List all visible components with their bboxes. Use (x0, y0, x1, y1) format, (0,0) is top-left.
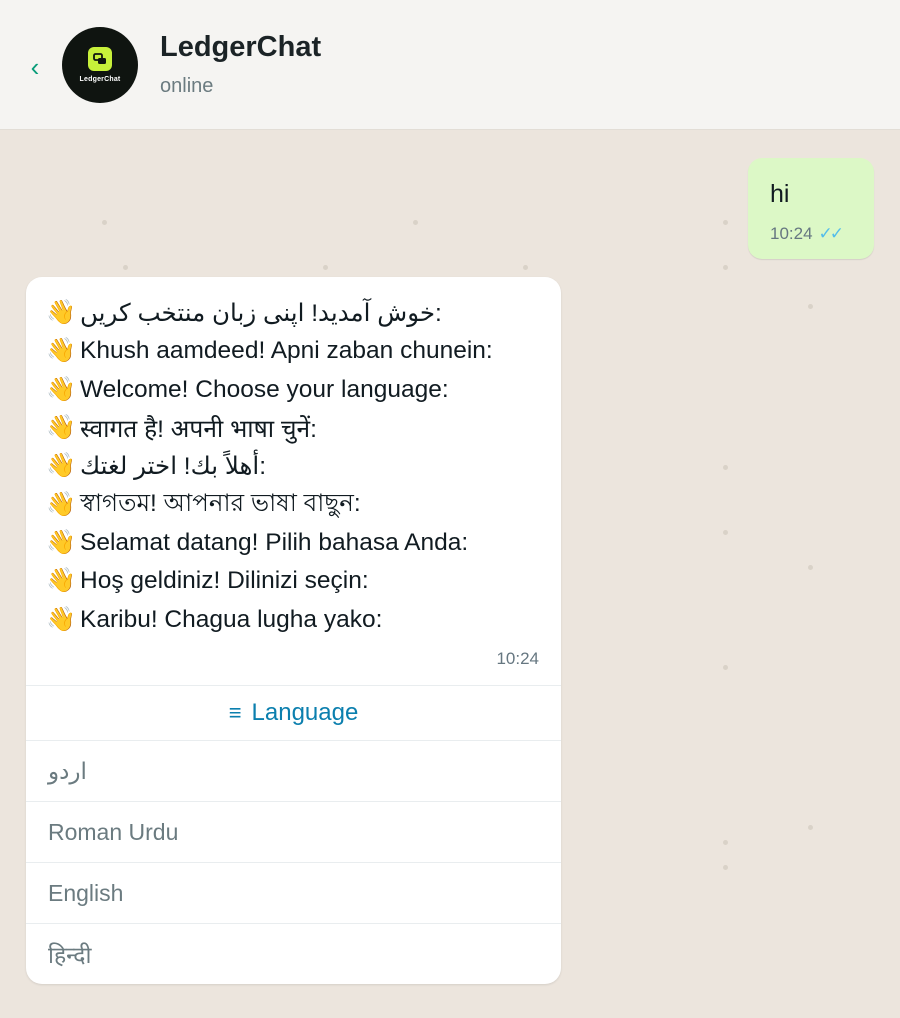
back-chevron-icon[interactable]: ‹ (24, 50, 46, 84)
read-receipt-icon: ✓✓ (818, 224, 844, 243)
message-meta: 10:24 ✓✓ (770, 224, 844, 244)
greeting-text: Hoş geldiniz! Dilinizi seçin: (80, 567, 369, 595)
chat-title: LedgerChat (160, 31, 322, 63)
wave-icon: 👋 (46, 605, 76, 633)
message-text: hi (770, 180, 790, 208)
greeting-text: Welcome! Choose your language: (80, 375, 449, 403)
greeting-line: 👋 Welcome! Choose your language: (46, 371, 541, 409)
wallpaper-dot (723, 465, 728, 470)
greeting-text: স্বাগতম! আপনার ভাষা বাছুন: (80, 489, 361, 517)
language-menu-button[interactable]: ≡ Language (26, 686, 561, 740)
list-icon: ≡ (228, 700, 242, 725)
chat-header: ‹ LedgerChat LedgerChat online (0, 0, 900, 130)
wallpaper-dot (323, 265, 328, 270)
wallpaper-dot (808, 825, 813, 830)
wave-icon: 👋 (46, 299, 76, 327)
wallpaper-dot (723, 865, 728, 870)
greeting-line: 👋 स्वागत है! अपनी भाषा चुनें: (46, 409, 541, 447)
wallpaper-dot (808, 304, 813, 309)
language-option-hindi[interactable]: हिन्दी (26, 924, 561, 984)
greeting-line: 👋 Hoş geldiniz! Dilinizi seçin: (46, 562, 541, 600)
language-button-label: Language (251, 699, 359, 726)
language-option-roman-urdu[interactable]: Roman Urdu (26, 802, 561, 862)
wave-icon: 👋 (46, 337, 76, 365)
greeting-text: Khush aamdeed! Apni zaban chunein: (80, 337, 493, 365)
language-option-english[interactable]: English (26, 863, 561, 923)
greeting-text: Karibu! Chagua lugha yako: (80, 605, 383, 633)
wallpaper-dot (723, 265, 728, 270)
avatar-brand-text: LedgerChat (79, 76, 121, 83)
wallpaper-dot (723, 840, 728, 845)
message-time: 10:24 (496, 649, 539, 668)
greeting-text: Selamat datang! Pilih bahasa Anda: (80, 528, 469, 556)
wallpaper-dot (723, 530, 728, 535)
ledger-logo-icon (88, 47, 112, 71)
outgoing-message[interactable]: hi 10:24 ✓✓ (748, 158, 874, 259)
greeting-line: 👋 Khush aamdeed! Apni zaban chunein: (46, 332, 541, 370)
wave-icon: 👋 (46, 528, 76, 556)
wave-icon: 👋 (46, 414, 76, 442)
wave-icon: 👋 (46, 490, 76, 518)
avatar[interactable]: LedgerChat (62, 27, 138, 103)
wallpaper-dot (808, 565, 813, 570)
wallpaper-dot (123, 265, 128, 270)
greeting-line: 👋 أهلاً بك! اختر لغتك: (46, 447, 541, 485)
wallpaper-dot (723, 220, 728, 225)
greeting-text: स्वागत है! अपनी भाषा चुनें: (80, 415, 317, 443)
incoming-message: 👋 خوش آمدید! اپنی زبان منتخب کریں: 👋 Khush… (26, 277, 561, 984)
message-time: 10:24 (770, 224, 813, 243)
greeting-line: 👋 Selamat datang! Pilih bahasa Anda: (46, 524, 541, 562)
greeting-line: 👋 خوش آمدید! اپنی زبان منتخب کریں: (46, 294, 541, 332)
wave-icon: 👋 (46, 375, 76, 403)
chat-status: online (160, 75, 214, 97)
wallpaper-dot (723, 665, 728, 670)
greeting-text: أهلاً بك! اختر لغتك: (80, 453, 267, 481)
greeting-line: 👋 Karibu! Chagua lugha yako: (46, 600, 541, 638)
wave-icon: 👋 (46, 452, 76, 480)
language-option-urdu[interactable]: اردو (26, 741, 561, 801)
wave-icon: 👋 (46, 567, 76, 595)
greeting-text: خوش آمدید! اپنی زبان منتخب کریں: (80, 300, 442, 328)
wallpaper-dot (413, 220, 418, 225)
greeting-list: 👋 خوش آمدید! اپنی زبان منتخب کریں: 👋 Khush… (46, 294, 541, 639)
greeting-line: 👋 স্বাগতম! আপনার ভাষা বাছুন: (46, 485, 541, 523)
wallpaper-dot (523, 265, 528, 270)
wallpaper-dot (102, 220, 107, 225)
